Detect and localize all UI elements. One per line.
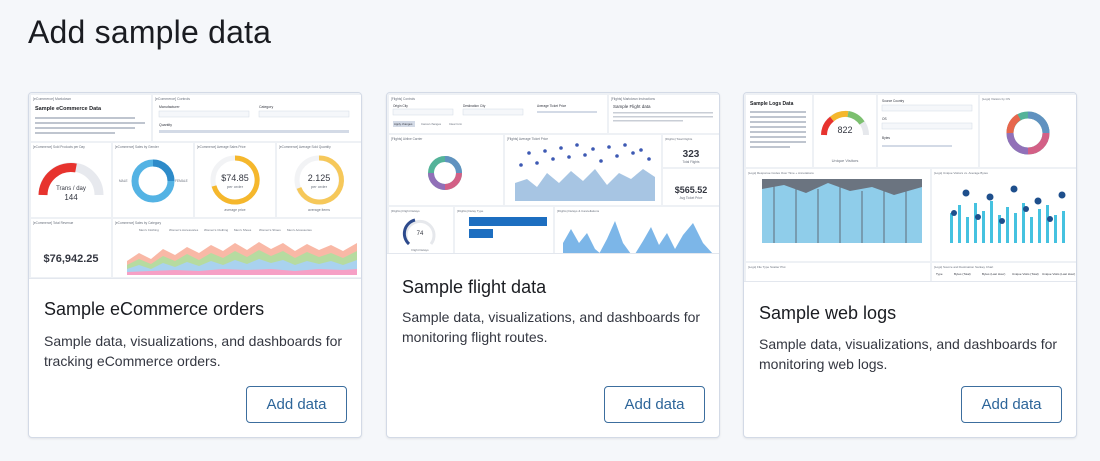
sample-card-flights[interactable]: [Flights] Controls Origin City Destinati… — [386, 92, 720, 438]
svg-text:[Logs] File Type Scatter Plot: [Logs] File Type Scatter Plot — [748, 265, 786, 269]
add-data-button[interactable]: Add data — [246, 386, 347, 423]
svg-text:[Logs] Visitors by OS: [Logs] Visitors by OS — [982, 97, 1010, 101]
svg-text:average items: average items — [308, 208, 330, 212]
svg-text:Manufacturer: Manufacturer — [159, 105, 180, 109]
svg-text:average price: average price — [224, 208, 245, 212]
svg-text:Average Ticket Price: Average Ticket Price — [537, 104, 566, 108]
svg-text:Women's Accessories: Women's Accessories — [169, 228, 199, 232]
thumb-panel-title: [eCommerce] Markdown — [33, 97, 71, 101]
add-data-button[interactable]: Add data — [961, 386, 1062, 423]
card-description: Sample data, visualizations, and dashboa… — [759, 336, 1058, 372]
svg-text:Apply changes: Apply changes — [394, 122, 413, 126]
svg-text:Bytes (Total): Bytes (Total) — [954, 272, 971, 276]
svg-text:Quantity: Quantity — [159, 123, 172, 127]
svg-text:FEMALE: FEMALE — [175, 179, 188, 183]
svg-text:Source Country: Source Country — [882, 99, 905, 103]
svg-text:[eCommerce] Total Revenue: [eCommerce] Total Revenue — [33, 221, 74, 225]
svg-text:Destination City: Destination City — [463, 104, 486, 108]
svg-text:[eCommerce] Controls: [eCommerce] Controls — [155, 97, 190, 101]
svg-text:822: 822 — [837, 125, 852, 135]
card-title: Sample eCommerce orders — [44, 299, 265, 319]
svg-text:[Flights] Delays & Cancellatio: [Flights] Delays & Cancellations — [557, 209, 600, 213]
svg-text:[Flights] Markdown Instruction: [Flights] Markdown Instructions — [611, 97, 655, 101]
svg-text:OS: OS — [882, 117, 887, 121]
sample-card-weblogs[interactable]: Sample Logs Data 822 Unique Visitors Sou… — [743, 92, 1077, 438]
svg-text:[Flights] Average Ticket Price: [Flights] Average Ticket Price — [507, 137, 548, 141]
svg-text:[Logs] Unique Visitors vs. Ave: [Logs] Unique Visitors vs. Average Bytes — [934, 171, 988, 175]
svg-text:Unique Visits (Total): Unique Visits (Total) — [1012, 272, 1039, 276]
svg-text:Sample Flight data: Sample Flight data — [613, 104, 651, 109]
svg-text:Men's Shoes: Men's Shoes — [234, 228, 252, 232]
svg-text:[eCommerce] Average Sold Quant: [eCommerce] Average Sold Quantity — [279, 145, 331, 149]
svg-text:Women's Clothing: Women's Clothing — [204, 228, 229, 232]
flights-dashboard-thumbnail: [Flights] Controls Origin City Destinati… — [387, 93, 719, 254]
svg-text:$74.85: $74.85 — [221, 173, 249, 183]
svg-text:Trans / day: Trans / day — [56, 186, 86, 192]
svg-text:Avg Ticket Price: Avg Ticket Price — [680, 196, 703, 200]
svg-text:[eCommerce] Sales by Category: [eCommerce] Sales by Category — [115, 221, 161, 225]
svg-text:[Flights] Total Flights: [Flights] Total Flights — [665, 137, 693, 141]
svg-text:[eCommerce] Sales by Gender: [eCommerce] Sales by Gender — [115, 145, 160, 149]
weblogs-dashboard-thumbnail: Sample Logs Data 822 Unique Visitors Sou… — [744, 93, 1076, 282]
svg-text:per order: per order — [311, 184, 328, 189]
thumb-heading: Sample eCommerce Data — [35, 106, 102, 112]
svg-text:[Flights] Flight Delays: [Flights] Flight Delays — [391, 209, 420, 213]
svg-text:[Logs] Source and Destination: [Logs] Source and Destination Sankey Cha… — [934, 265, 993, 269]
add-data-button[interactable]: Add data — [604, 386, 705, 423]
ecommerce-dashboard-thumbnail: [eCommerce] Markdown Sample eCommerce Da… — [29, 93, 361, 279]
svg-text:144: 144 — [64, 193, 78, 202]
svg-text:$565.52: $565.52 — [675, 185, 708, 195]
svg-text:Flight Delays: Flight Delays — [411, 248, 429, 252]
svg-text:2.125: 2.125 — [308, 173, 331, 183]
card-title: Sample flight data — [402, 277, 547, 297]
svg-text:Men's Clothing: Men's Clothing — [139, 228, 159, 232]
svg-text:[Logs] Response Codes Over Tim: [Logs] Response Codes Over Time + Annota… — [748, 171, 814, 175]
svg-text:Men's Accessories: Men's Accessories — [287, 228, 312, 232]
svg-text:323: 323 — [683, 149, 700, 160]
svg-text:[Flights] Delay Type: [Flights] Delay Type — [457, 209, 484, 213]
svg-text:[Flights] Airline Carrier: [Flights] Airline Carrier — [391, 137, 423, 141]
svg-text:74: 74 — [417, 231, 424, 237]
svg-text:[eCommerce] Sold Products per: [eCommerce] Sold Products per Day — [33, 145, 85, 149]
svg-text:Bytes: Bytes — [882, 136, 890, 140]
svg-text:Clear form: Clear form — [449, 122, 463, 126]
sample-card-ecommerce[interactable]: [eCommerce] Markdown Sample eCommerce Da… — [28, 92, 362, 438]
svg-text:Origin City: Origin City — [393, 104, 408, 108]
svg-text:MALE: MALE — [119, 179, 128, 183]
svg-text:Unique Visitors: Unique Visitors — [832, 158, 859, 163]
svg-text:Total Flights: Total Flights — [682, 160, 699, 164]
svg-text:Women's Shoes: Women's Shoes — [259, 228, 281, 232]
card-description: Sample data, visualizations, and dashboa… — [402, 309, 701, 345]
svg-text:$76,942.25: $76,942.25 — [43, 253, 98, 265]
svg-text:[eCommerce] Average Sales Pric: [eCommerce] Average Sales Price — [197, 145, 246, 149]
svg-text:Sample Logs Data: Sample Logs Data — [750, 101, 794, 107]
card-description: Sample data, visualizations, and dashboa… — [44, 333, 343, 369]
svg-text:Bytes (Last Hour): Bytes (Last Hour) — [982, 272, 1005, 276]
svg-text:Cancel changes: Cancel changes — [421, 122, 442, 126]
svg-text:Type: Type — [936, 272, 943, 276]
svg-text:[Flights] Controls: [Flights] Controls — [391, 97, 415, 101]
card-title: Sample web logs — [759, 303, 897, 323]
svg-text:per order: per order — [227, 184, 244, 189]
svg-text:Unique Visits (Last Hour): Unique Visits (Last Hour) — [1042, 272, 1075, 276]
page-title: Add sample data — [28, 14, 272, 50]
svg-text:Category: Category — [259, 105, 273, 109]
